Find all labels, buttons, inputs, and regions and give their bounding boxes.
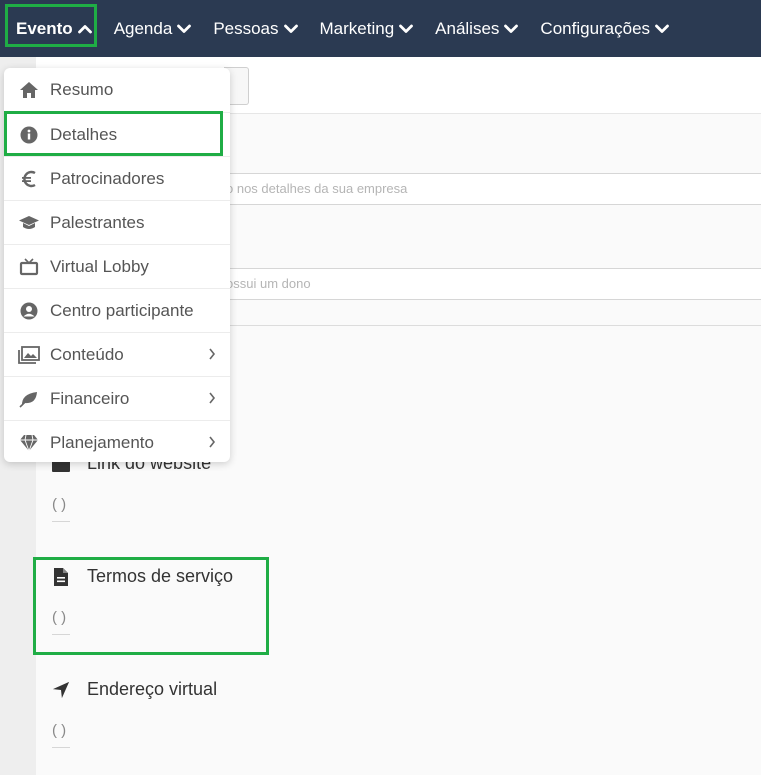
menu-item-detalhes[interactable]: Detalhes <box>4 112 230 156</box>
section-title: Endereço virtual <box>87 679 218 699</box>
menu-item-resumo[interactable]: Resumo <box>4 68 230 112</box>
chevron-right-icon <box>208 347 216 361</box>
section-value: ( ) <box>52 609 70 635</box>
chevron-down-icon <box>177 24 192 34</box>
menu-item-label: Planejamento <box>50 432 154 452</box>
field-hint: ossui um dono <box>226 276 311 291</box>
info-icon <box>18 125 40 145</box>
owner-field[interactable]: ossui um dono <box>226 268 761 300</box>
nav-item-agenda[interactable]: Agenda <box>103 0 203 57</box>
chevron-right-icon <box>208 391 216 405</box>
nav-item-evento[interactable]: Evento <box>0 0 103 57</box>
section-value: ( ) <box>52 722 70 748</box>
chevron-up-icon <box>77 24 92 34</box>
chevron-down-icon <box>283 24 298 34</box>
nav-item-pessoas[interactable]: Pessoas <box>202 0 308 57</box>
nav-item-label: Análises <box>435 18 500 38</box>
nav-item-label: Agenda <box>113 18 173 38</box>
menu-item-patrocinadores[interactable]: Patrocinadores <box>4 156 230 200</box>
menu-item-conteudo[interactable]: Conteúdo <box>4 332 230 376</box>
nav-item-configuracoes[interactable]: Configurações <box>529 0 680 57</box>
euro-icon <box>18 169 40 189</box>
chevron-down-icon <box>504 24 519 34</box>
section-endereco-virtual: Endereço virtual ( ) <box>52 679 217 748</box>
section-termos-servico: Termos de serviço ( ) <box>52 566 233 635</box>
diamond-icon <box>18 433 40 453</box>
graduation-cap-icon <box>18 213 40 233</box>
home-icon <box>18 80 40 100</box>
image-icon <box>18 345 40 365</box>
menu-item-palestrantes[interactable]: Palestrantes <box>4 200 230 244</box>
menu-item-label: Resumo <box>50 80 114 99</box>
section-value: ( ) <box>52 496 70 522</box>
chevron-down-icon <box>655 24 669 34</box>
menu-item-label: Detalhes <box>50 124 118 144</box>
menu-item-centro-participante[interactable]: Centro participante <box>4 288 230 332</box>
user-circle-icon <box>18 301 40 321</box>
leaf-icon <box>18 389 40 409</box>
nav-item-analises[interactable]: Análises <box>424 0 529 57</box>
chevron-right-icon <box>208 435 216 449</box>
evento-dropdown-menu: Resumo Detalhes Patrocinadores Palestran… <box>4 68 230 462</box>
section-title: Termos de serviço <box>87 566 234 586</box>
menu-item-label: Centro participante <box>50 300 194 320</box>
nav-item-label: Pessoas <box>213 18 279 38</box>
menu-item-label: Financeiro <box>50 388 130 408</box>
nav-item-label: Marketing <box>319 18 395 38</box>
menu-item-financeiro[interactable]: Financeiro <box>4 376 230 420</box>
top-navigation-bar: Evento Agenda Pessoas Marketing Análises… <box>0 0 761 57</box>
menu-item-label: Virtual Lobby <box>50 256 149 276</box>
nav-item-label: Configurações <box>540 18 651 38</box>
chevron-down-icon <box>399 24 414 34</box>
company-details-field[interactable]: o nos detalhes da sua empresa <box>226 173 761 205</box>
menu-item-label: Conteúdo <box>50 344 124 364</box>
menu-item-virtual-lobby[interactable]: Virtual Lobby <box>4 244 230 288</box>
field-hint: o nos detalhes da sua empresa <box>226 181 408 196</box>
menu-item-label: Palestrantes <box>50 212 145 232</box>
tv-icon <box>18 257 40 277</box>
location-arrow-icon <box>52 681 70 699</box>
nav-item-marketing[interactable]: Marketing <box>309 0 425 57</box>
menu-item-planejamento[interactable]: Planejamento <box>4 420 230 464</box>
document-icon <box>52 567 70 586</box>
menu-item-label: Patrocinadores <box>50 168 165 188</box>
nav-item-label: Evento <box>16 18 73 38</box>
